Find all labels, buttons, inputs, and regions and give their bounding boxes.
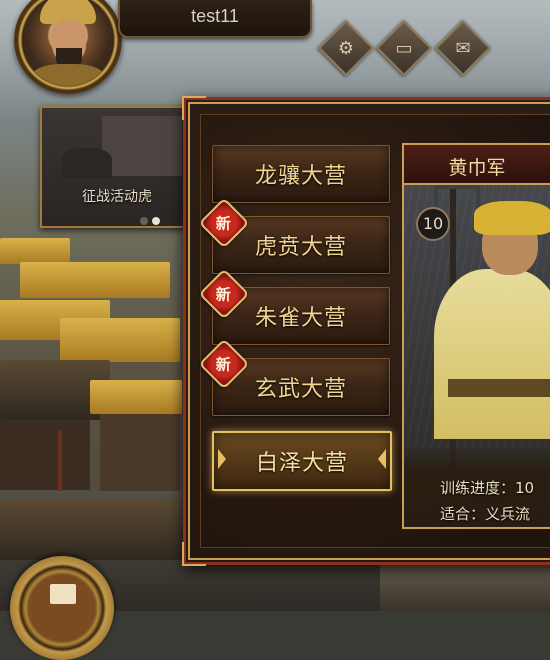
army-card[interactable]: 黄巾军 10 训练进度：10 适合：义兵流 (402, 143, 550, 529)
camp-label: 白泽大营 (255, 451, 348, 476)
pager-dot (140, 217, 148, 225)
event-banner-pager (140, 210, 164, 226)
camp-label: 玄武大营 (254, 377, 347, 402)
camp-button-baize[interactable]: 白泽大营 (212, 431, 392, 491)
camp-label: 虎贲大营 (254, 235, 347, 260)
flag-icon (50, 584, 76, 604)
selected-arrow-right (378, 449, 386, 469)
army-level-badge: 10 (416, 207, 450, 241)
chest-icon: ▭ (395, 37, 413, 59)
bottom-left-round-button[interactable] (10, 556, 114, 660)
selected-arrow-left (218, 449, 226, 469)
player-name-plate: test11 (118, 0, 312, 38)
camp-label: 龙骧大营 (254, 164, 347, 189)
gear-icon: ⚙ (337, 37, 355, 59)
army-card-header: 黄巾军 (404, 145, 550, 185)
army-name: 黄巾军 (448, 157, 506, 179)
camp-button-longxiang[interactable]: 龙骧大营 (212, 145, 390, 203)
training-progress: 训练进度：10 (440, 479, 535, 497)
event-banner[interactable]: 征战活动虎 (40, 106, 194, 228)
player-avatar[interactable] (22, 0, 114, 86)
camp-label: 朱雀大营 (254, 306, 347, 331)
pager-dot-active (152, 217, 160, 225)
soldier-portrait (434, 269, 550, 439)
army-suitable-for: 适合：义兵流 (440, 505, 531, 523)
player-name: test11 (191, 6, 239, 26)
mail-icon: ✉ (455, 37, 471, 59)
event-banner-label: 征战活动虎 (82, 189, 152, 205)
